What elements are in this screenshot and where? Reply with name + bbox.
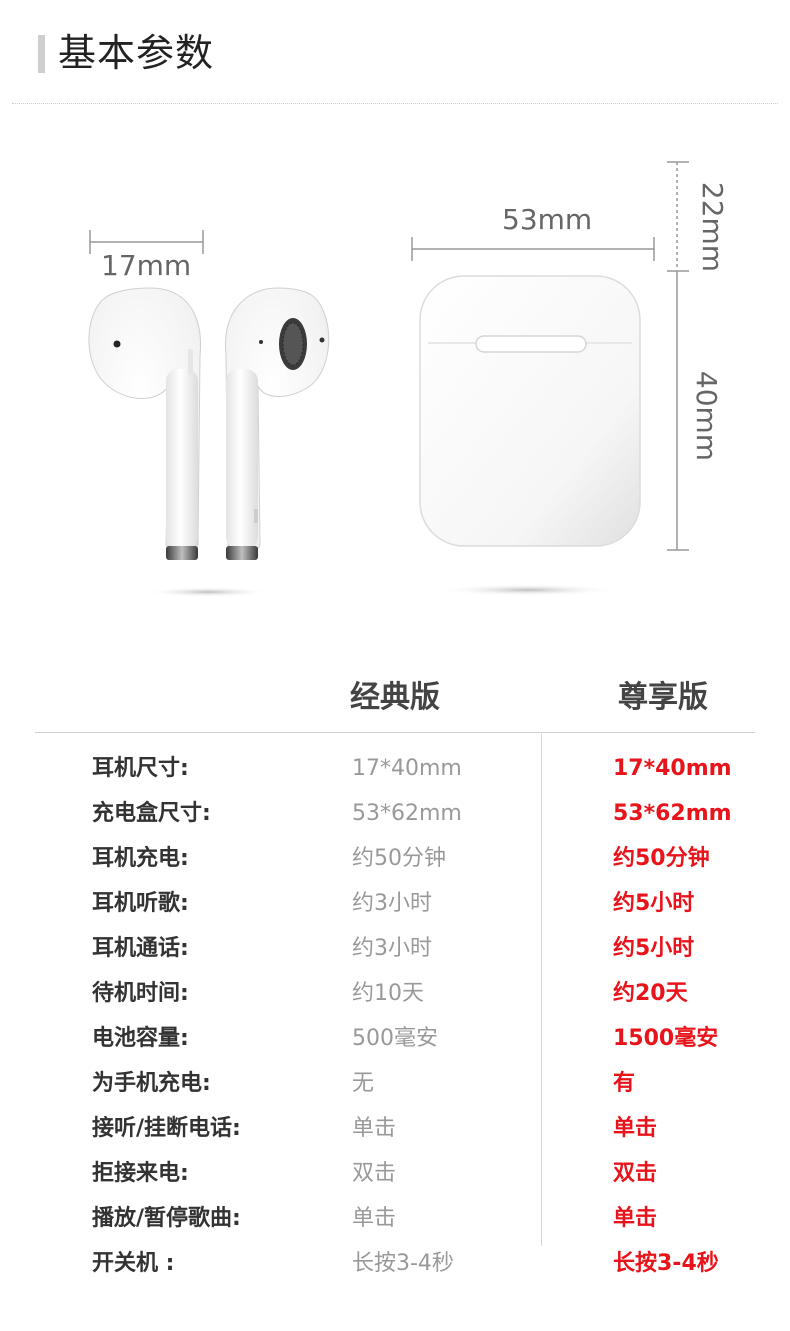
table-header: 经典版 尊享版 [0,668,790,728]
premium-value: 约20天 [613,981,688,1006]
classic-value: 无 [352,1071,375,1096]
page-title: 基本参数 [58,31,215,75]
table-row: 拒接来电: 双击 双击 [0,1154,790,1194]
table-row: 待机时间: 约10天 约20天 [0,974,790,1014]
table-row: 为手机充电: 无 有 [0,1064,790,1104]
spec-label: 电池容量: [92,1026,189,1051]
premium-value: 单击 [613,1116,658,1141]
premium-value: 有 [613,1071,636,1096]
right-earbud [225,287,330,560]
premium-value: 约5小时 [613,891,695,916]
spec-label: 接听/挂断电话: [92,1116,241,1141]
classic-value: 53*62mm [352,801,462,826]
classic-value: 单击 [352,1116,397,1141]
spec-label: 为手机充电: [92,1071,211,1096]
premium-value: 单击 [613,1206,658,1231]
classic-value: 单击 [352,1206,397,1231]
table-row: 开关机 : 长按3-4秒 长按3-4秒 [0,1244,790,1284]
spec-label: 耳机听歌: [92,891,189,916]
table-divider [35,732,755,733]
classic-value: 双击 [352,1161,397,1186]
table-row: 耳机听歌: 约3小时 约5小时 [0,884,790,924]
premium-value: 53*62mm [613,801,732,826]
left-earbud [88,287,202,560]
table-row: 充电盒尺寸: 53*62mm 53*62mm [0,794,790,834]
classic-value: 500毫安 [352,1026,438,1051]
spec-label: 播放/暂停歌曲: [92,1206,241,1231]
column-header-premium: 尊享版 [618,680,708,715]
spec-label: 开关机 : [92,1251,175,1276]
product-illustration: 17mm 53mm 22mm 40mm [0,104,790,644]
earbud-shadow [146,587,270,597]
case-height-dimension [667,161,689,551]
table-row: 耳机通话: 约3小时 约5小时 [0,929,790,969]
premium-value: 长按3-4秒 [613,1251,719,1276]
classic-value: 约3小时 [352,936,432,961]
premium-value: 1500毫安 [613,1026,719,1051]
case-width-label: 53mm [502,203,593,236]
spec-label: 耳机通话: [92,936,189,961]
case-height-label: 40mm [690,370,724,462]
header-accent-bar [38,35,45,73]
classic-value: 长按3-4秒 [352,1251,454,1276]
product-drawing [88,161,689,597]
premium-value: 双击 [613,1161,658,1186]
classic-value: 约3小时 [352,891,432,916]
case-lid-label: 22mm [696,181,730,273]
table-row: 耳机充电: 约50分钟 约50分钟 [0,839,790,879]
case-shadow [440,584,616,596]
table-row: 播放/暂停歌曲: 单击 单击 [0,1199,790,1239]
table-row: 电池容量: 500毫安 1500毫安 [0,1019,790,1059]
table-row: 耳机尺寸: 17*40mm 17*40mm [0,749,790,789]
charging-case [419,275,641,547]
classic-value: 约10天 [352,981,424,1006]
table-row: 接听/挂断电话: 单击 单击 [0,1109,790,1149]
premium-value: 约50分钟 [613,846,710,871]
spec-label: 耳机尺寸: [92,756,189,781]
spec-label: 待机时间: [92,981,189,1006]
earbud-width-label: 17mm [101,249,192,282]
classic-value: 约50分钟 [352,846,446,871]
premium-value: 约5小时 [613,936,695,961]
case-width-dimension [411,237,655,261]
classic-value: 17*40mm [352,756,462,781]
spec-label: 充电盒尺寸: [92,801,211,826]
section-header: 基本参数 [0,0,790,104]
premium-value: 17*40mm [613,756,732,781]
column-header-classic: 经典版 [350,680,440,715]
spec-label: 拒接来电: [92,1161,189,1186]
spec-label: 耳机充电: [92,846,189,871]
